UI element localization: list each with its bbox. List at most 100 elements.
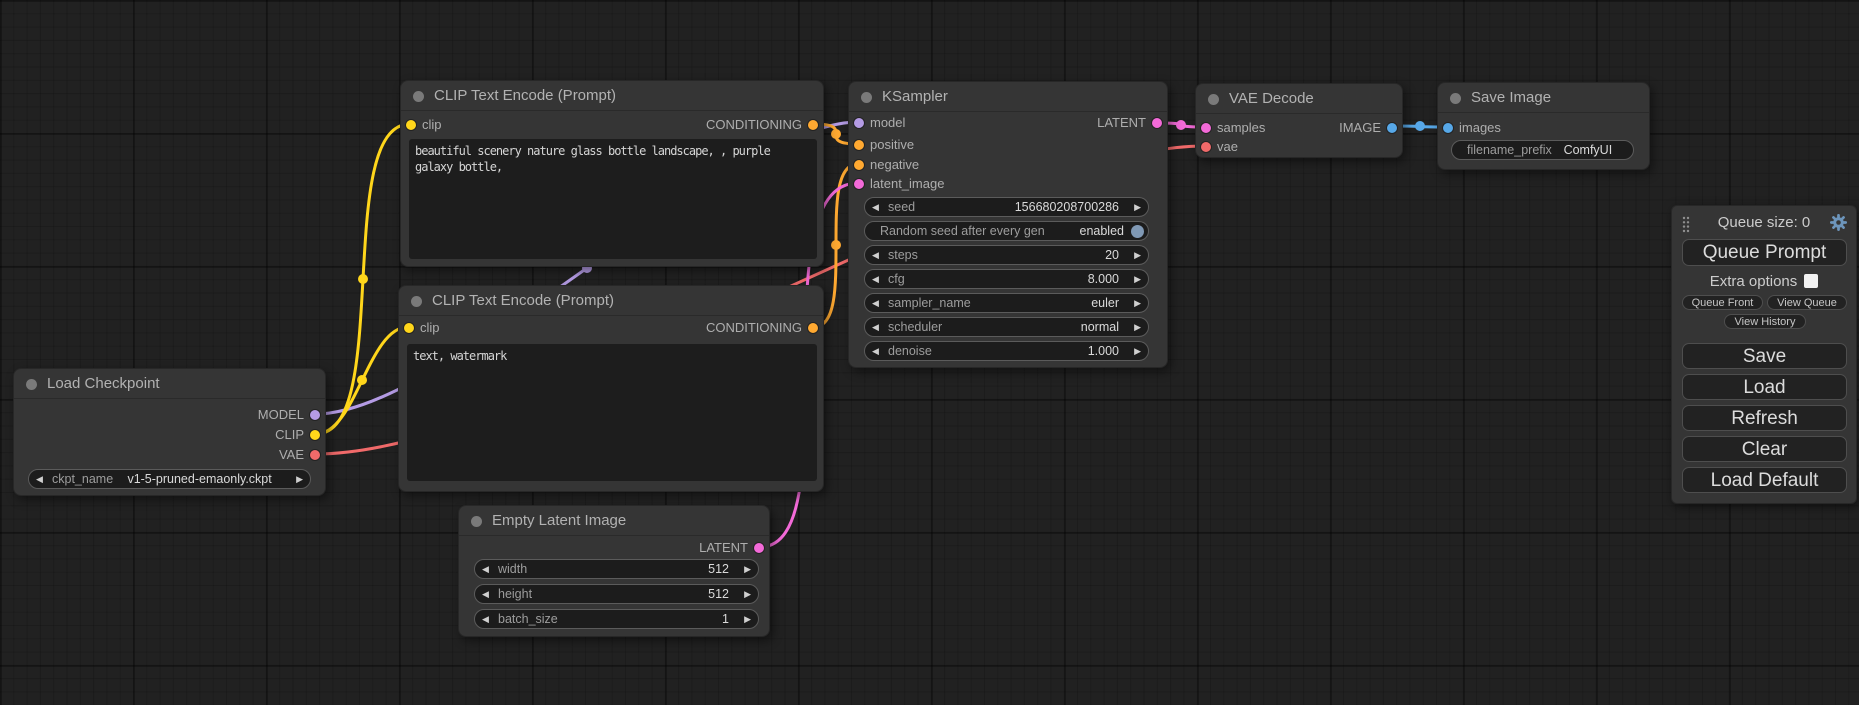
filename-prefix-widget[interactable]: filename_prefix ComfyUI [1451,140,1634,160]
increment-arrow-icon[interactable]: ▶ [1126,294,1141,312]
random-seed-widget[interactable]: Random seed after every gen enabled [864,221,1149,241]
latent-output-dot[interactable] [754,543,764,553]
queue-menu-panel: Queue size: 0 Queue Prompt Extra options… [1671,205,1857,504]
slot-label: CONDITIONING [706,320,802,336]
load-default-button[interactable]: Load Default [1682,467,1847,493]
decrement-arrow-icon[interactable]: ◀ [482,585,497,603]
decrement-arrow-icon[interactable]: ◀ [872,270,887,288]
node-title-bar[interactable]: Save Image [1438,83,1649,113]
decrement-arrow-icon[interactable]: ◀ [872,198,887,216]
collapse-dot-icon[interactable] [1208,94,1219,105]
decrement-arrow-icon[interactable]: ◀ [482,610,497,628]
vae-input-dot[interactable] [1201,142,1211,152]
node-title: VAE Decode [1229,90,1314,107]
load-button[interactable]: Load [1682,374,1847,400]
increment-arrow-icon[interactable]: ▶ [1126,198,1141,216]
increment-arrow-icon[interactable]: ▶ [288,470,303,488]
height-widget[interactable]: ◀ height 512 ▶ [474,584,759,604]
widget-value: 512 [532,587,729,601]
collapse-dot-icon[interactable] [1450,93,1461,104]
slot-label: model [870,115,905,131]
queue-front-button[interactable]: Queue Front [1682,295,1763,310]
node-title-bar[interactable]: CLIP Text Encode (Prompt) [401,81,823,111]
increment-arrow-icon[interactable]: ▶ [1126,270,1141,288]
decrement-arrow-icon[interactable]: ◀ [482,560,497,578]
widget-label: filename_prefix [1467,143,1552,157]
wire-latent-samples-middot [1176,120,1186,130]
latent-image-input-dot[interactable] [854,179,864,189]
node-save-image[interactable]: Save Image images filename_prefix ComfyU… [1437,82,1650,170]
increment-arrow-icon[interactable]: ▶ [736,610,751,628]
node-clip-text-encode-positive[interactable]: CLIP Text Encode (Prompt) clip CONDITION… [400,80,824,267]
decrement-arrow-icon[interactable]: ◀ [872,294,887,312]
clip-output-dot[interactable] [310,430,320,440]
queue-size-label: Queue size: 0 [1672,214,1856,231]
node-load-checkpoint[interactable]: Load Checkpoint MODEL CLIP VAE ◀ ckpt_na… [13,368,326,496]
positive-input-dot[interactable] [854,140,864,150]
node-vae-decode[interactable]: VAE Decode samples IMAGE vae [1195,83,1403,158]
refresh-button[interactable]: Refresh [1682,405,1847,431]
decrement-arrow-icon[interactable]: ◀ [872,342,887,360]
clear-button[interactable]: Clear [1682,436,1847,462]
vae-output-dot[interactable] [310,450,320,460]
settings-gear-icon[interactable] [1830,214,1847,231]
ckpt-name-widget[interactable]: ◀ ckpt_name v1-5-pruned-emaonly.ckpt ▶ [28,469,311,489]
latent-output-dot[interactable] [1152,118,1162,128]
conditioning-output-dot[interactable] [808,323,818,333]
node-title-bar[interactable]: Load Checkpoint [14,369,325,399]
node-title-bar[interactable]: KSampler [849,82,1167,112]
widget-label: Random seed after every gen [880,224,1045,238]
prompt-textarea[interactable]: text, watermark [407,344,817,481]
slot-label: clip [420,320,440,336]
view-queue-button[interactable]: View Queue [1767,295,1847,310]
increment-arrow-icon[interactable]: ▶ [736,585,751,603]
node-clip-text-encode-negative[interactable]: CLIP Text Encode (Prompt) clip CONDITION… [398,285,824,492]
cfg-widget[interactable]: ◀ cfg 8.000 ▶ [864,269,1149,289]
collapse-dot-icon[interactable] [413,91,424,102]
samples-input-dot[interactable] [1201,123,1211,133]
negative-input-dot[interactable] [854,160,864,170]
node-title-bar[interactable]: VAE Decode [1196,84,1402,114]
widget-label: height [498,587,532,601]
images-input-dot[interactable] [1443,123,1453,133]
scheduler-widget[interactable]: ◀ scheduler normal ▶ [864,317,1149,337]
collapse-dot-icon[interactable] [411,296,422,307]
clip-input-dot[interactable] [406,120,416,130]
collapse-dot-icon[interactable] [471,516,482,527]
save-button[interactable]: Save [1682,343,1847,369]
collapse-dot-icon[interactable] [26,379,37,390]
sampler-name-widget[interactable]: ◀ sampler_name euler ▶ [864,293,1149,313]
node-title-bar[interactable]: Empty Latent Image [459,506,769,536]
decrement-arrow-icon[interactable]: ◀ [36,470,51,488]
prompt-textarea[interactable]: beautiful scenery nature glass bottle la… [409,139,817,259]
decrement-arrow-icon[interactable]: ◀ [872,318,887,336]
increment-arrow-icon[interactable]: ▶ [1126,342,1141,360]
slot-label: VAE [279,447,304,463]
model-output-dot[interactable] [310,410,320,420]
model-input-dot[interactable] [854,118,864,128]
widget-value: enabled [1045,224,1124,238]
widget-label: steps [888,248,918,262]
view-history-button[interactable]: View History [1724,314,1806,329]
increment-arrow-icon[interactable]: ▶ [1126,318,1141,336]
extra-options-checkbox[interactable] [1804,274,1818,288]
node-empty-latent-image[interactable]: Empty Latent Image LATENT ◀ width 512 ▶ … [458,505,770,637]
seed-widget[interactable]: ◀ seed 156680208700286 ▶ [864,197,1149,217]
collapse-dot-icon[interactable] [861,92,872,103]
clip-input-dot[interactable] [404,323,414,333]
output-slot-model: MODEL [14,407,325,423]
decrement-arrow-icon[interactable]: ◀ [872,246,887,264]
increment-arrow-icon[interactable]: ▶ [1126,246,1141,264]
node-title-bar[interactable]: CLIP Text Encode (Prompt) [399,286,823,316]
queue-prompt-button[interactable]: Queue Prompt [1682,239,1847,266]
widget-label: sampler_name [888,296,971,310]
conditioning-output-dot[interactable] [808,120,818,130]
node-ksampler[interactable]: KSampler model LATENT positive negative … [848,81,1168,368]
steps-widget[interactable]: ◀ steps 20 ▶ [864,245,1149,265]
width-widget[interactable]: ◀ width 512 ▶ [474,559,759,579]
image-output-dot[interactable] [1387,123,1397,133]
increment-arrow-icon[interactable]: ▶ [736,560,751,578]
batch-size-widget[interactable]: ◀ batch_size 1 ▶ [474,609,759,629]
denoise-widget[interactable]: ◀ denoise 1.000 ▶ [864,341,1149,361]
toggle-icon[interactable] [1131,225,1144,238]
